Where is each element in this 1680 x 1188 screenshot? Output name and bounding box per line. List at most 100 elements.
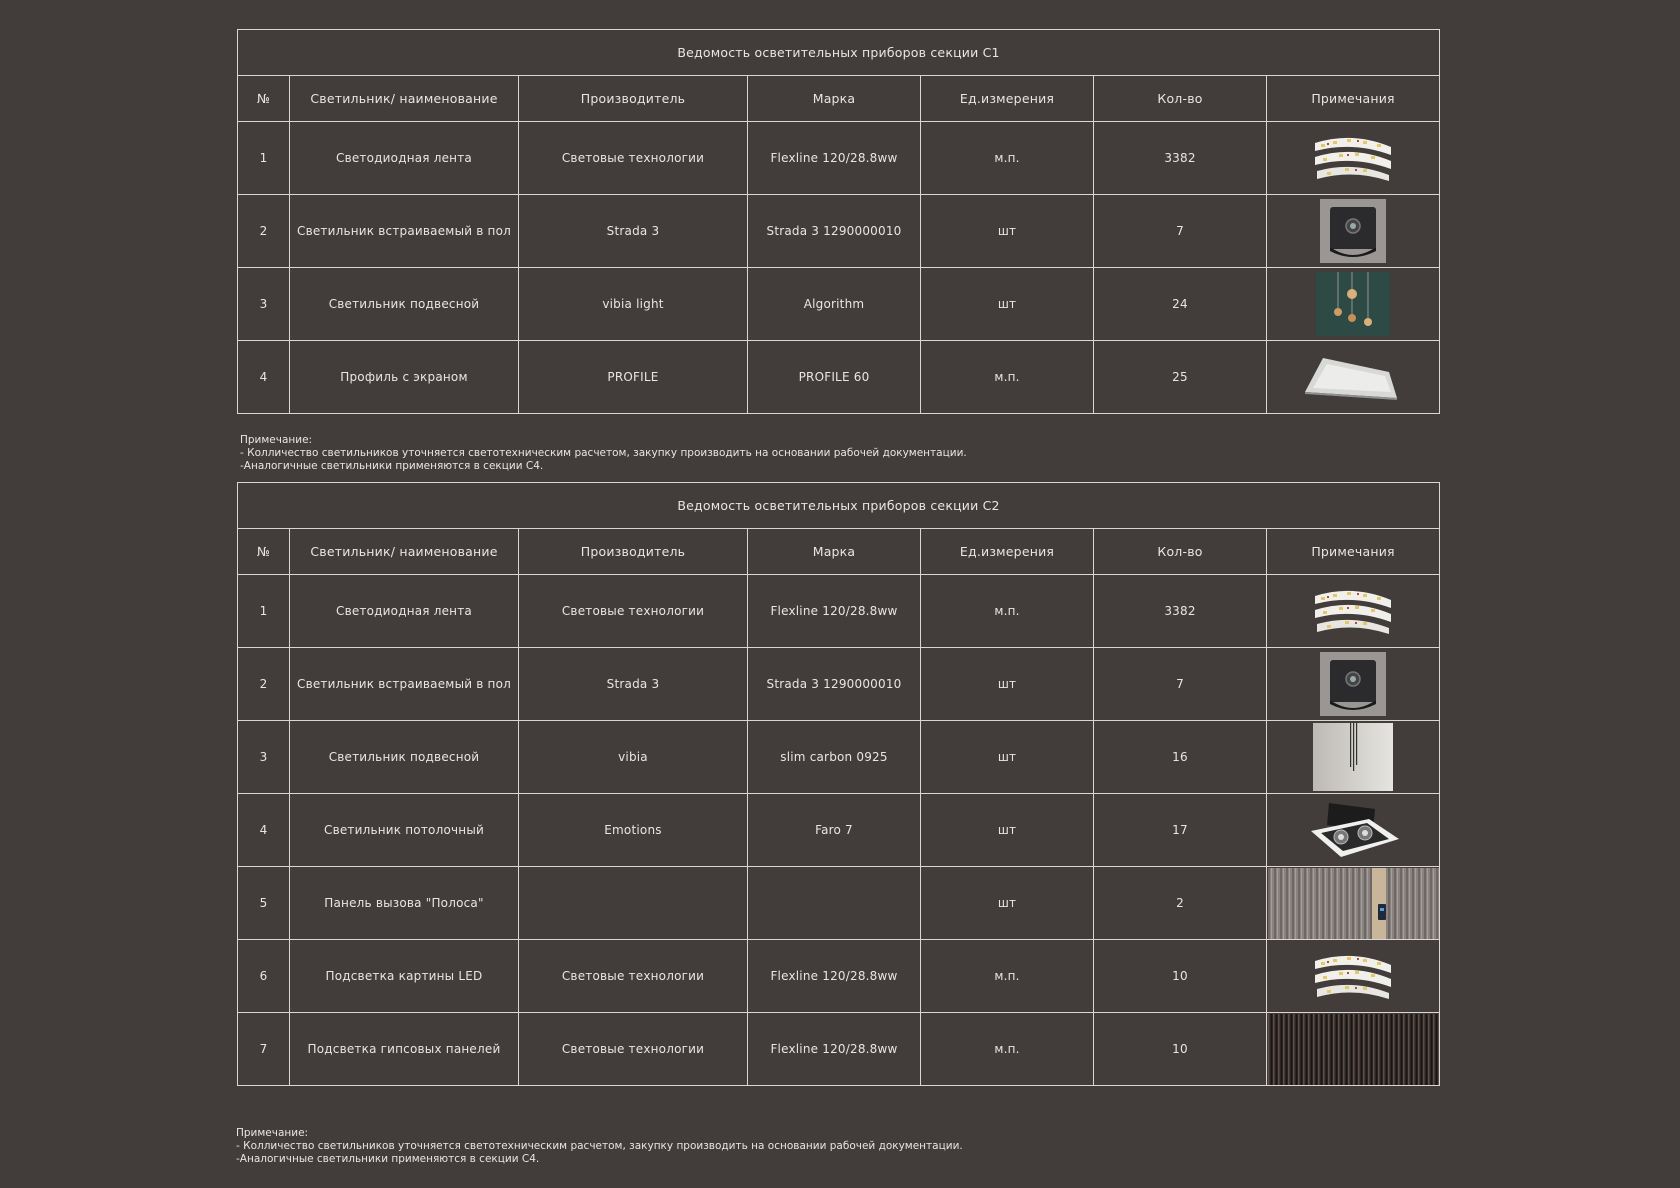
table-row: 3 Светильник подвесной vibia slim carbon… [237, 720, 1441, 794]
header-model: Марка [747, 75, 921, 122]
row-unit: шт [920, 866, 1094, 940]
row-unit: шт [920, 647, 1094, 721]
row-name: Панель вызова "Полоса" [289, 866, 519, 940]
schedule-table-c2: Ведомость осветительных приборов секции … [236, 482, 1441, 1086]
row-qty: 10 [1093, 1012, 1267, 1086]
row-model [747, 866, 921, 940]
floor-spot-icon [1320, 199, 1387, 263]
note-c1: Примечание: - Колличество светильников у… [240, 434, 967, 473]
pendant-lamp-icon [1316, 272, 1391, 336]
row-name: Светодиодная лента [289, 574, 519, 648]
row-number: 2 [237, 647, 290, 721]
row-name: Светильник встраиваемый в пол [289, 194, 519, 268]
led-strip-icon [1315, 137, 1392, 181]
row-image [1265, 793, 1441, 867]
row-number: 6 [237, 939, 290, 1013]
header-name: Светильник/ наименование [289, 75, 519, 122]
header-maker: Производитель [518, 75, 748, 122]
row-model: Flexline 120/28.8ww [747, 1012, 921, 1086]
table-row: 1 Светодиодная лента Световые технологии… [237, 574, 1441, 648]
row-model: Flexline 120/28.8ww [747, 121, 921, 195]
gypsum-panel-icon [1267, 1013, 1439, 1085]
table-title-row: Ведомость осветительных приборов секции … [236, 29, 1441, 76]
table-title: Ведомость осветительных приборов секции … [236, 482, 1441, 529]
row-maker: Strada 3 [518, 194, 748, 268]
header-unit: Ед.измерения [920, 75, 1094, 122]
row-number: 1 [237, 574, 290, 648]
row-qty: 2 [1093, 866, 1267, 940]
table-row: 7 Подсветка гипсовых панелей Световые те… [237, 1012, 1441, 1086]
row-image [1265, 574, 1441, 648]
row-image [1265, 194, 1441, 268]
row-model: Faro 7 [747, 793, 921, 867]
row-qty: 10 [1093, 939, 1267, 1013]
row-name: Подсветка картины LED [289, 939, 519, 1013]
header-qty: Кол-во [1093, 75, 1267, 122]
row-name: Светильник подвесной [289, 720, 519, 794]
row-qty: 3382 [1093, 121, 1267, 195]
row-qty: 24 [1093, 267, 1267, 341]
row-model: slim carbon 0925 [747, 720, 921, 794]
row-image [1265, 866, 1441, 940]
row-name: Светильник потолочный [289, 793, 519, 867]
header-qty: Кол-во [1093, 528, 1267, 575]
note-label: Примечание: [240, 434, 313, 446]
header-number: № [237, 75, 290, 122]
row-model: Flexline 120/28.8ww [747, 574, 921, 648]
table-row: 1 Светодиодная лента Световые технологии… [237, 121, 1441, 195]
row-image [1265, 121, 1441, 195]
table-header-row: № Светильник/ наименование Производитель… [237, 528, 1441, 575]
row-model: Strada 3 1290000010 [747, 194, 921, 268]
row-unit: шт [920, 720, 1094, 794]
note-line: - Колличество светильников уточняется св… [236, 1140, 963, 1152]
row-number: 1 [237, 121, 290, 195]
row-image [1265, 647, 1441, 721]
note-line: -Аналогичные светильники применяются в с… [240, 460, 544, 472]
table-title: Ведомость осветительных приборов секции … [236, 29, 1441, 76]
row-unit: м.п. [920, 121, 1094, 195]
row-maker: Световые технологии [518, 574, 748, 648]
profile-icon [1305, 358, 1398, 400]
row-unit: м.п. [920, 1012, 1094, 1086]
row-name: Светодиодная лента [289, 121, 519, 195]
row-number: 5 [237, 866, 290, 940]
row-model: PROFILE 60 [747, 340, 921, 414]
ceiling-spot-icon [1311, 803, 1400, 857]
row-maker: Световые технологии [518, 939, 748, 1013]
row-number: 7 [237, 1012, 290, 1086]
table-row: 5 Панель вызова "Полоса" шт 2 [237, 866, 1441, 940]
table-row: 2 Светильник встраиваемый в пол Strada 3… [237, 194, 1441, 268]
note-line: -Аналогичные светильники применяются в с… [236, 1153, 540, 1165]
table-title-row: Ведомость осветительных приборов секции … [236, 482, 1441, 529]
row-maker: Световые технологии [518, 121, 748, 195]
row-image [1265, 267, 1441, 341]
schedule-table-c1: Ведомость осветительных приборов секции … [236, 29, 1441, 414]
table-row: 3 Светильник подвесной vibia light Algor… [237, 267, 1441, 341]
row-qty: 7 [1093, 647, 1267, 721]
row-unit: м.п. [920, 939, 1094, 1013]
table-row: 2 Светильник встраиваемый в пол Strada 3… [237, 647, 1441, 721]
header-notes: Примечания [1265, 75, 1441, 122]
header-model: Марка [747, 528, 921, 575]
row-number: 3 [237, 720, 290, 794]
row-maker: vibia [518, 720, 748, 794]
table-row: 4 Профиль с экраном PROFILE PROFILE 60 м… [237, 340, 1441, 414]
header-unit: Ед.измерения [920, 528, 1094, 575]
note-line: - Колличество светильников уточняется св… [240, 447, 967, 459]
table-row: 4 Светильник потолочный Emotions Faro 7 … [237, 793, 1441, 867]
row-name: Светильник подвесной [289, 267, 519, 341]
header-number: № [237, 528, 290, 575]
row-image [1265, 340, 1441, 414]
row-maker: Световые технологии [518, 1012, 748, 1086]
row-name: Светильник встраиваемый в пол [289, 647, 519, 721]
led-strip-icon [1315, 955, 1392, 999]
row-image [1265, 1012, 1441, 1086]
call-panel-icon [1267, 867, 1439, 939]
row-maker: Strada 3 [518, 647, 748, 721]
header-name: Светильник/ наименование [289, 528, 519, 575]
row-qty: 17 [1093, 793, 1267, 867]
row-unit: м.п. [920, 574, 1094, 648]
row-qty: 3382 [1093, 574, 1267, 648]
note-label: Примечание: [236, 1127, 309, 1139]
row-unit: шт [920, 267, 1094, 341]
